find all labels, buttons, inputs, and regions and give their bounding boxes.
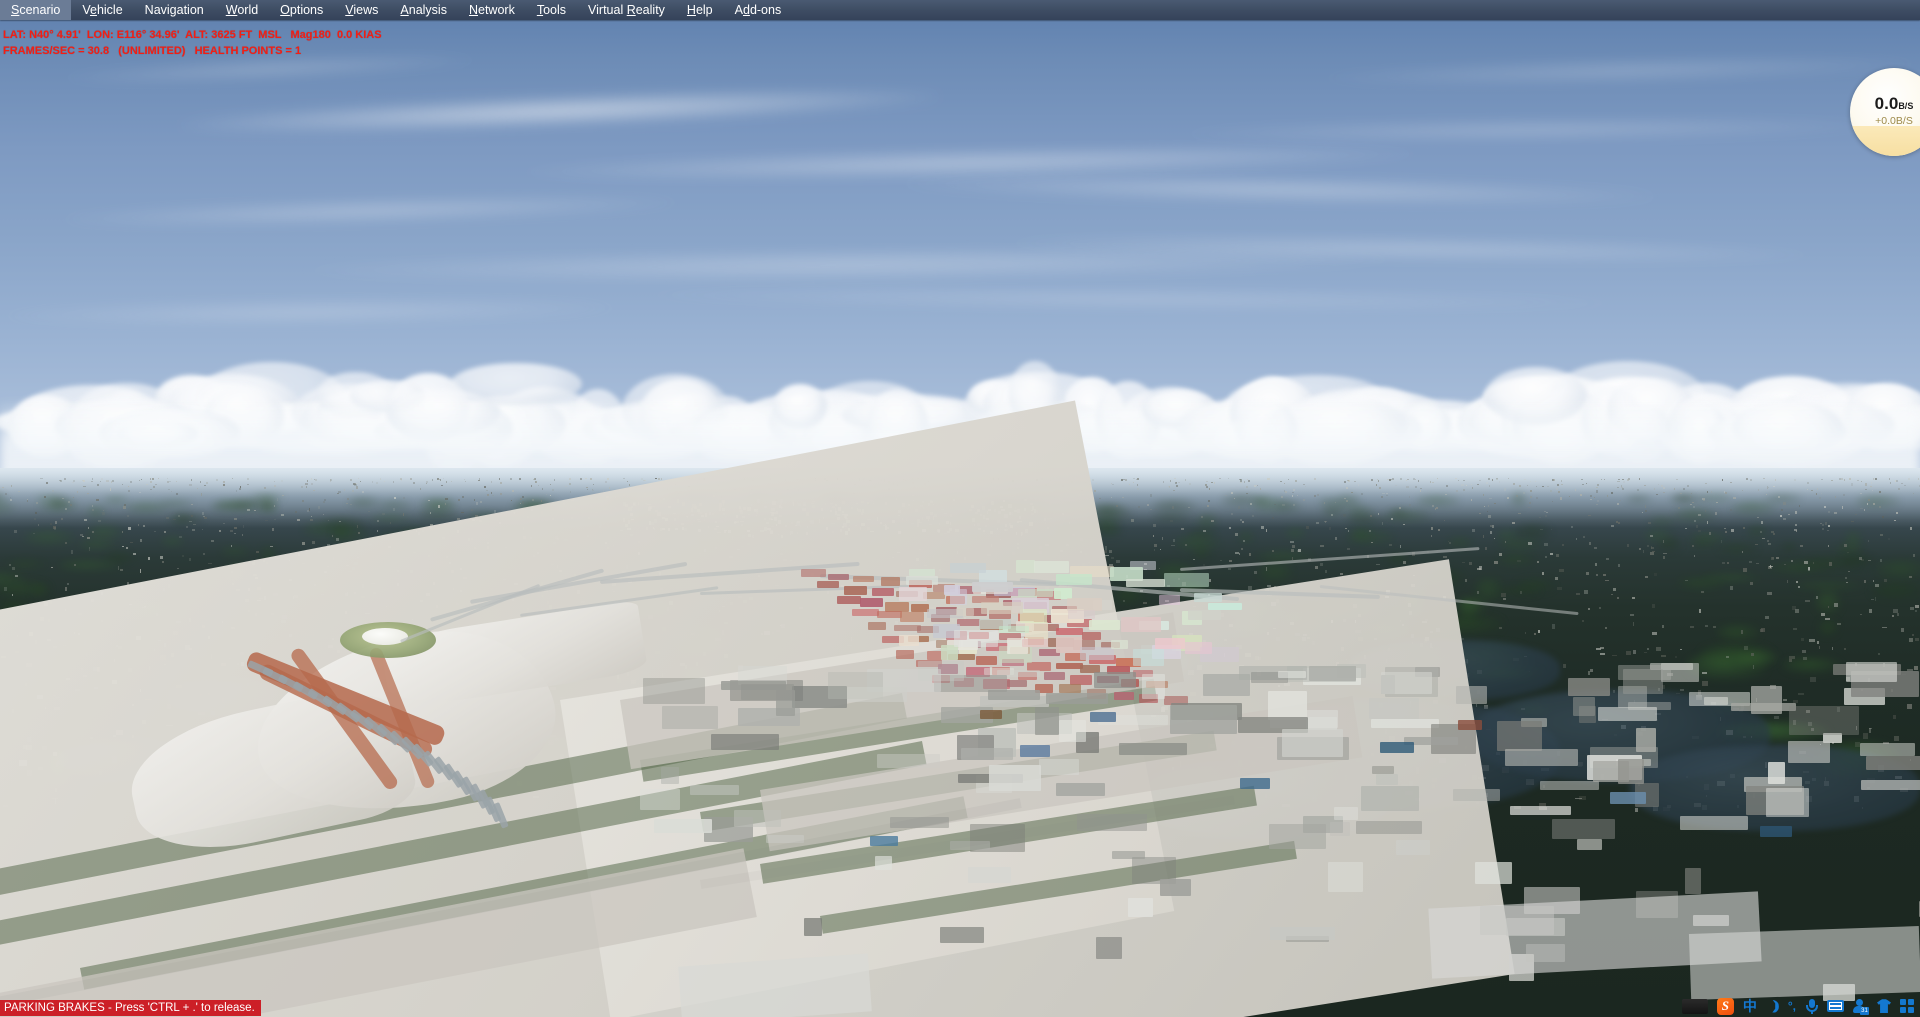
punctuation-icon[interactable]: °, — [1788, 999, 1796, 1013]
menu-item-network[interactable]: Network — [458, 0, 526, 20]
sogou-logo-icon[interactable]: S — [1716, 997, 1734, 1015]
parking-brake-status-banner: PARKING BRAKES - Press 'CTRL + .' to rel… — [0, 1000, 261, 1016]
sogou-logo-glyph: S — [1716, 997, 1734, 1015]
menu-item-help[interactable]: Help — [676, 0, 724, 20]
netspeed-upload-number: 0.0 — [1874, 94, 1899, 113]
menu-item-world[interactable]: World — [215, 0, 269, 20]
contact-icon[interactable]: 31 — [1853, 998, 1869, 1015]
contact-badge-count: 31 — [1860, 1006, 1869, 1015]
parking-brake-message: PARKING BRAKES - Press 'CTRL + .' to rel… — [4, 1002, 255, 1014]
moon-icon[interactable] — [1766, 999, 1779, 1013]
netspeed-upload-unit: B/S — [1898, 101, 1914, 111]
microphone-icon[interactable] — [1805, 998, 1818, 1014]
menu-item-tools[interactable]: Tools — [526, 0, 577, 20]
netspeed-upload-value: 0.0B/S — [1856, 95, 1920, 115]
ime-taskbar[interactable]: S 中 °, 31 — [1672, 995, 1920, 1017]
menu-item-add-ons[interactable]: Add-ons — [724, 0, 793, 20]
menu-item-vehicle[interactable]: Vehicle — [71, 0, 133, 20]
toolbox-icon[interactable] — [1900, 999, 1914, 1013]
chinese-mode-icon[interactable]: 中 — [1743, 999, 1757, 1013]
menu-item-navigation[interactable]: Navigation — [134, 0, 215, 20]
menu-item-scenario[interactable]: Scenario — [0, 0, 72, 20]
menu-item-views[interactable]: Views — [334, 0, 389, 20]
simulator-window: Scenario Vehicle Navigation World Options Vie… — [0, 0, 1920, 1017]
menu-item-virtual-reality[interactable]: Virtual Reality — [577, 0, 676, 20]
keyboard-icon[interactable] — [1827, 1000, 1844, 1012]
main-menu-bar[interactable]: Scenario Vehicle Navigation World Options Vie… — [0, 0, 1920, 20]
menu-item-options[interactable]: Options — [269, 0, 334, 20]
3d-scene-viewport[interactable] — [0, 0, 1920, 1017]
menu-item-analysis[interactable]: Analysis — [389, 0, 458, 20]
skin-icon[interactable] — [1877, 999, 1891, 1013]
window-thumbnail[interactable] — [1681, 998, 1708, 1014]
netspeed-lower-band — [1850, 126, 1920, 156]
netspeed-download-value: +0.0B/S — [1875, 115, 1913, 127]
